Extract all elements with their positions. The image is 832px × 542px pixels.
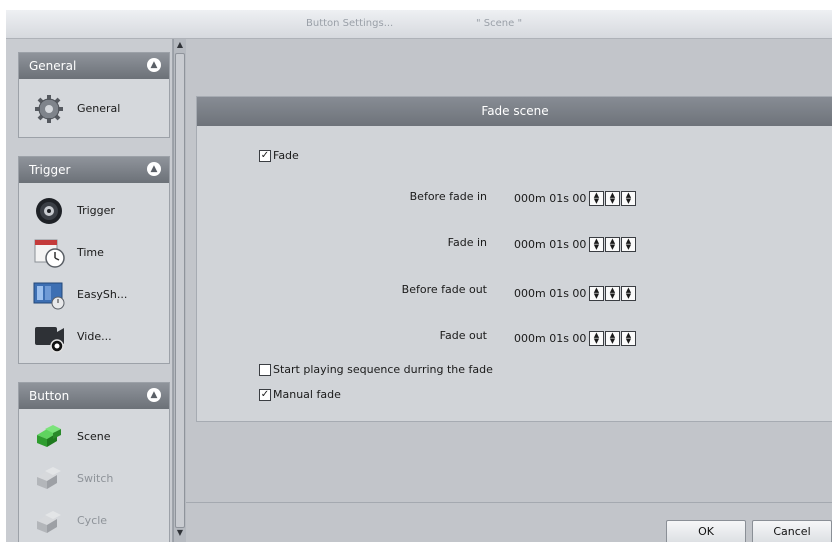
fade-checkbox-label: Fade [273, 149, 299, 162]
sidebar-item-label: Time [77, 246, 104, 259]
scroll-up-icon[interactable]: ▲ [175, 40, 185, 52]
footer-divider [186, 502, 832, 503]
fade-out-value: 000m 01s 00 [514, 332, 587, 345]
sidebar-item-label: Cycle [77, 514, 108, 527]
window-title: Button Settings... [306, 18, 394, 29]
before-fade-in-seconds-spinner[interactable]: ▲ ▼ [605, 191, 620, 206]
manual-fade-checkbox[interactable]: ✓ Manual fade [259, 388, 341, 401]
group-header-button[interactable]: Button ▲ [19, 383, 169, 409]
clock-calendar-icon [34, 239, 65, 268]
group-title: General [29, 59, 77, 73]
sidebar-item-label: Switch [77, 472, 114, 485]
window-subtitle: " Scene " [476, 18, 523, 29]
checkmark-icon[interactable]: ✓ [259, 149, 271, 162]
sidebar-item-trigger[interactable]: Trigger [33, 195, 163, 227]
manual-fade-label: Manual fade [273, 388, 341, 401]
sidebar-item-time[interactable]: Time [33, 237, 163, 269]
collapse-icon[interactable]: ▲ [147, 388, 161, 402]
easyshow-icon [33, 282, 65, 310]
sidebar-item-label: Scene [77, 430, 111, 443]
sidebar-group-trigger: Trigger ▲ Trigger Time EasySh... Vide... [18, 156, 170, 364]
scene-icon [37, 425, 61, 447]
checkmark-icon[interactable]: ✓ [259, 388, 271, 401]
group-title: Trigger [29, 163, 71, 177]
before-fade-out-frames-spinner[interactable]: ▲ ▼ [621, 286, 636, 301]
scroll-thumb[interactable] [175, 53, 185, 528]
before-fade-out-value: 000m 01s 00 [514, 287, 587, 300]
sidebar-item-label: Trigger [77, 204, 115, 217]
trigger-icon [36, 198, 62, 224]
fade-out-minutes-spinner[interactable]: ▲ ▼ [589, 331, 604, 346]
video-icon [35, 327, 64, 353]
fade-out-label: Fade out [439, 329, 487, 342]
sidebar-item-video[interactable]: Vide... [33, 321, 163, 353]
before-fade-in-frames-spinner[interactable]: ▲ ▼ [621, 191, 636, 206]
title-bar: Button Settings... " Scene " [6, 10, 832, 39]
sidebar-item-switch[interactable]: Switch [33, 463, 163, 495]
sidebar-item-label: EasySh... [77, 288, 128, 301]
sidebar-item-label: General [77, 102, 121, 115]
fade-out-frames-spinner[interactable]: ▲ ▼ [621, 331, 636, 346]
group-header-general[interactable]: General ▲ [19, 53, 169, 79]
switch-icon [37, 467, 61, 489]
before-fade-out-minutes-spinner[interactable]: ▲ ▼ [589, 286, 604, 301]
fade-in-frames-spinner[interactable]: ▲ ▼ [621, 237, 636, 252]
collapse-icon[interactable]: ▲ [147, 162, 161, 176]
before-fade-in-value: 000m 01s 00 [514, 192, 587, 205]
ok-button[interactable]: OK [666, 520, 746, 542]
fade-panel-title: Fade scene [197, 97, 832, 126]
before-fade-out-seconds-spinner[interactable]: ▲ ▼ [605, 286, 620, 301]
before-fade-out-label: Before fade out [401, 283, 487, 296]
sidebar-item-cycle[interactable]: Cycle [33, 505, 163, 537]
main-content: Fade scene ✓ Fade Before fade in 000m 01… [186, 39, 832, 542]
before-fade-in-label: Before fade in [409, 190, 487, 203]
fade-in-label: Fade in [447, 236, 487, 249]
sidebar-item-scene[interactable]: Scene [33, 421, 163, 453]
fade-scene-panel: Fade scene ✓ Fade Before fade in 000m 01… [196, 96, 832, 422]
sidebar-item-label: Vide... [77, 330, 112, 343]
scroll-down-icon[interactable]: ▼ [175, 528, 185, 540]
sidebar-item-easyshow[interactable]: EasySh... [33, 279, 163, 311]
sidebar-item-general[interactable]: General [33, 93, 163, 125]
fade-in-seconds-spinner[interactable]: ▲ ▼ [605, 237, 620, 252]
sidebar-group-button: Button ▲ Scene Switch Cycle [18, 382, 170, 542]
fade-in-value: 000m 01s 00 [514, 238, 587, 251]
fade-in-minutes-spinner[interactable]: ▲ ▼ [589, 237, 604, 252]
settings-window: Button Settings... " Scene " General ▲ G… [6, 10, 832, 542]
cycle-icon [37, 511, 61, 533]
checkbox-empty[interactable] [259, 363, 271, 376]
start-playing-label: Start playing sequence durring the fade [273, 363, 493, 376]
gear-icon [35, 95, 63, 123]
sidebar-scrollbar[interactable]: ▲ ▼ [173, 39, 186, 542]
cancel-button[interactable]: Cancel [752, 520, 832, 542]
sidebar: General ▲ General Trigger ▲ Trigger Time… [6, 39, 173, 542]
start-playing-checkbox[interactable]: Start playing sequence durring the fade [259, 363, 493, 376]
group-header-trigger[interactable]: Trigger ▲ [19, 157, 169, 183]
fade-checkbox[interactable]: ✓ Fade [259, 149, 299, 162]
fade-out-seconds-spinner[interactable]: ▲ ▼ [605, 331, 620, 346]
group-title: Button [29, 389, 70, 403]
sidebar-group-general: General ▲ General [18, 52, 170, 138]
collapse-icon[interactable]: ▲ [147, 58, 161, 72]
before-fade-in-minutes-spinner[interactable]: ▲ ▼ [589, 191, 604, 206]
